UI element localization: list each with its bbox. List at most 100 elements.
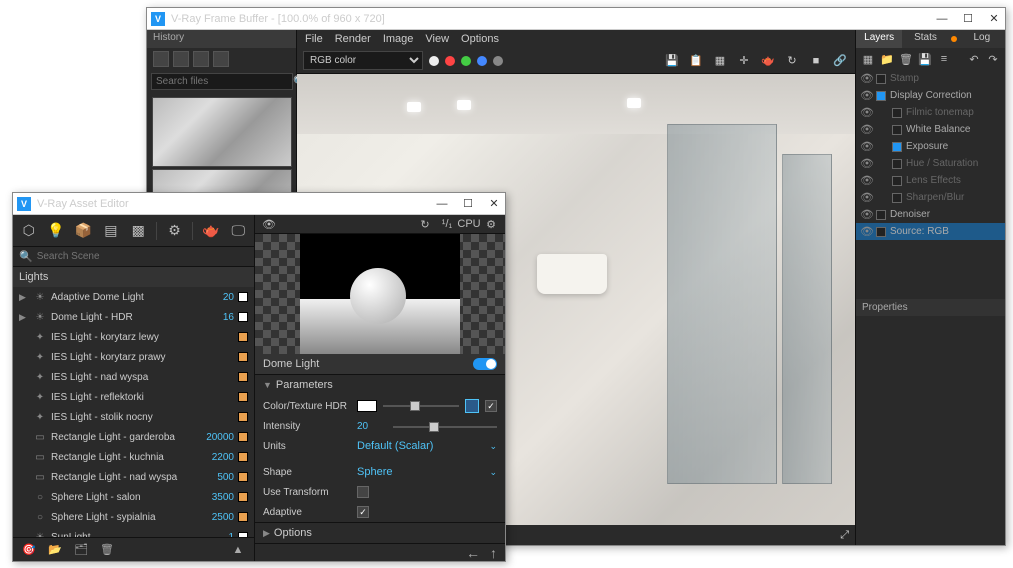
light-row[interactable]: ○Sphere Light - salon3500 [13, 487, 254, 507]
vae-titlebar[interactable]: V V-Ray Asset Editor — ☐ ✕ [13, 193, 505, 215]
history-delete-icon[interactable] [213, 51, 229, 67]
back-icon[interactable]: ← [466, 545, 480, 561]
materials-icon[interactable]: ⬡ [19, 221, 38, 241]
geometry-icon[interactable]: 📦 [74, 221, 93, 241]
light-color-swatch[interactable] [238, 452, 248, 462]
channel-green-icon[interactable] [461, 56, 471, 66]
light-color-swatch[interactable] [238, 292, 248, 302]
link-viewport-icon[interactable]: 🔗 [831, 52, 849, 70]
maximize-button[interactable]: ☐ [461, 197, 475, 211]
history-load-icon[interactable] [193, 51, 209, 67]
light-row[interactable]: ✦IES Light - nad wyspa [13, 367, 254, 387]
layer-checkbox[interactable] [892, 176, 902, 186]
close-button[interactable]: ✕ [487, 197, 501, 211]
texture-button[interactable] [465, 399, 479, 413]
open-folder-icon[interactable]: 📂 [47, 542, 63, 558]
chevron-down-icon[interactable]: ⌄ [489, 441, 497, 452]
history-tab[interactable]: History [147, 30, 296, 48]
light-color-swatch[interactable] [238, 332, 248, 342]
light-row[interactable]: ▭Rectangle Light - nad wyspa500 [13, 467, 254, 487]
preview-refresh-icon[interactable]: ↻ [417, 216, 433, 232]
layer-delete-icon[interactable]: 🗑 [898, 51, 914, 67]
light-row[interactable]: ○Sphere Light - sypialnia2500 [13, 507, 254, 527]
texture-enable-checkbox[interactable] [485, 400, 497, 412]
stop-render-icon[interactable]: ■ [807, 52, 825, 70]
light-row[interactable]: ▶☀Adaptive Dome Light20 [13, 287, 254, 307]
expand-icon[interactable]: ▶ [19, 292, 29, 303]
tab-log[interactable]: Log [959, 30, 1005, 48]
intensity-value[interactable]: 20 [357, 421, 387, 432]
expand-icon[interactable]: ▶ [19, 312, 29, 323]
eye-icon[interactable]: 👁 [860, 191, 872, 204]
tab-stats[interactable]: Stats [902, 30, 948, 48]
eye-icon[interactable]: 👁 [860, 174, 872, 187]
properties-header[interactable]: Properties [856, 299, 1005, 316]
eye-icon[interactable]: 👁 [860, 225, 872, 238]
history-thumbnail[interactable] [152, 97, 292, 167]
light-color-swatch[interactable] [238, 472, 248, 482]
layer-checkbox[interactable] [892, 125, 902, 135]
light-row[interactable]: ✦IES Light - korytarz lewy [13, 327, 254, 347]
layer-row[interactable]: 👁Source: RGB [856, 223, 1005, 240]
target-icon[interactable]: 🎯 [21, 542, 37, 558]
light-color-swatch[interactable] [238, 312, 248, 322]
eye-icon[interactable]: 👁 [860, 106, 872, 119]
light-color-swatch[interactable] [238, 352, 248, 362]
render-icon[interactable]: 🫖 [759, 52, 777, 70]
layer-row[interactable]: 👁Exposure [856, 138, 1005, 155]
intensity-slider[interactable] [393, 426, 497, 428]
expand-icon[interactable]: ⤢ [840, 529, 849, 542]
eye-icon[interactable]: 👁 [860, 140, 872, 153]
history-a-b-icon[interactable] [153, 51, 169, 67]
use-transform-checkbox[interactable] [357, 486, 369, 498]
save-folder-icon[interactable]: 🗂 [73, 542, 89, 558]
settings-icon[interactable]: ⚙ [165, 221, 184, 241]
region-render-icon[interactable]: ▦ [711, 52, 729, 70]
eye-icon[interactable]: 👁 [860, 157, 872, 170]
layer-row[interactable]: 👁Denoiser [856, 206, 1005, 223]
channel-select[interactable]: RGB color [303, 51, 423, 70]
layer-checkbox[interactable] [876, 74, 886, 84]
shape-dropdown[interactable]: Sphere [357, 466, 483, 478]
render-last-icon[interactable]: ↻ [783, 52, 801, 70]
maximize-button[interactable]: ☐ [961, 12, 975, 26]
layer-save-icon[interactable]: 💾 [917, 51, 933, 67]
layer-checkbox[interactable] [892, 159, 902, 169]
preview-settings-icon[interactable]: ⚙ [483, 216, 499, 232]
channel-alpha-icon[interactable] [493, 56, 503, 66]
eye-icon[interactable]: 👁 [860, 123, 872, 136]
undo-icon[interactable]: ↶ [966, 51, 982, 67]
frame-buffer-icon[interactable]: 🖵 [229, 221, 248, 241]
asset-search-input[interactable] [37, 251, 248, 262]
chevron-down-icon[interactable]: ⌄ [489, 467, 497, 478]
layer-row[interactable]: 👁Hue / Saturation [856, 155, 1005, 172]
material-preview[interactable] [255, 234, 505, 354]
light-color-swatch[interactable] [238, 372, 248, 382]
layer-folder-icon[interactable]: 📁 [879, 51, 895, 67]
menu-image[interactable]: Image [383, 33, 414, 45]
layer-row[interactable]: 👁Lens Effects [856, 172, 1005, 189]
light-row[interactable]: ✦IES Light - stolik nocny [13, 407, 254, 427]
menu-file[interactable]: File [305, 33, 323, 45]
layer-menu-icon[interactable]: ≡ [936, 51, 952, 67]
textures-icon[interactable]: ▩ [129, 221, 148, 241]
layer-row[interactable]: 👁Display Correction [856, 87, 1005, 104]
eye-icon[interactable]: 👁 [860, 208, 872, 221]
light-row[interactable]: ▶☀Dome Light - HDR16 [13, 307, 254, 327]
create-layer-icon[interactable]: ▦ [860, 51, 876, 67]
color-amount-slider[interactable] [383, 405, 459, 407]
channel-red-icon[interactable] [445, 56, 455, 66]
light-row[interactable]: ✦IES Light - korytarz prawy [13, 347, 254, 367]
color-swatch[interactable] [357, 400, 377, 412]
layer-checkbox[interactable] [876, 91, 886, 101]
light-color-swatch[interactable] [238, 512, 248, 522]
preview-visibility-icon[interactable]: 👁 [261, 216, 277, 232]
menu-view[interactable]: View [425, 33, 449, 45]
units-dropdown[interactable]: Default (Scalar) [357, 440, 483, 452]
options-section[interactable]: ▶ Options [255, 522, 505, 543]
layer-checkbox[interactable] [876, 210, 886, 220]
tab-layers[interactable]: Layers [856, 30, 902, 48]
lights-icon[interactable]: 💡 [46, 221, 65, 241]
light-color-swatch[interactable] [238, 412, 248, 422]
save-image-icon[interactable]: 💾 [663, 52, 681, 70]
